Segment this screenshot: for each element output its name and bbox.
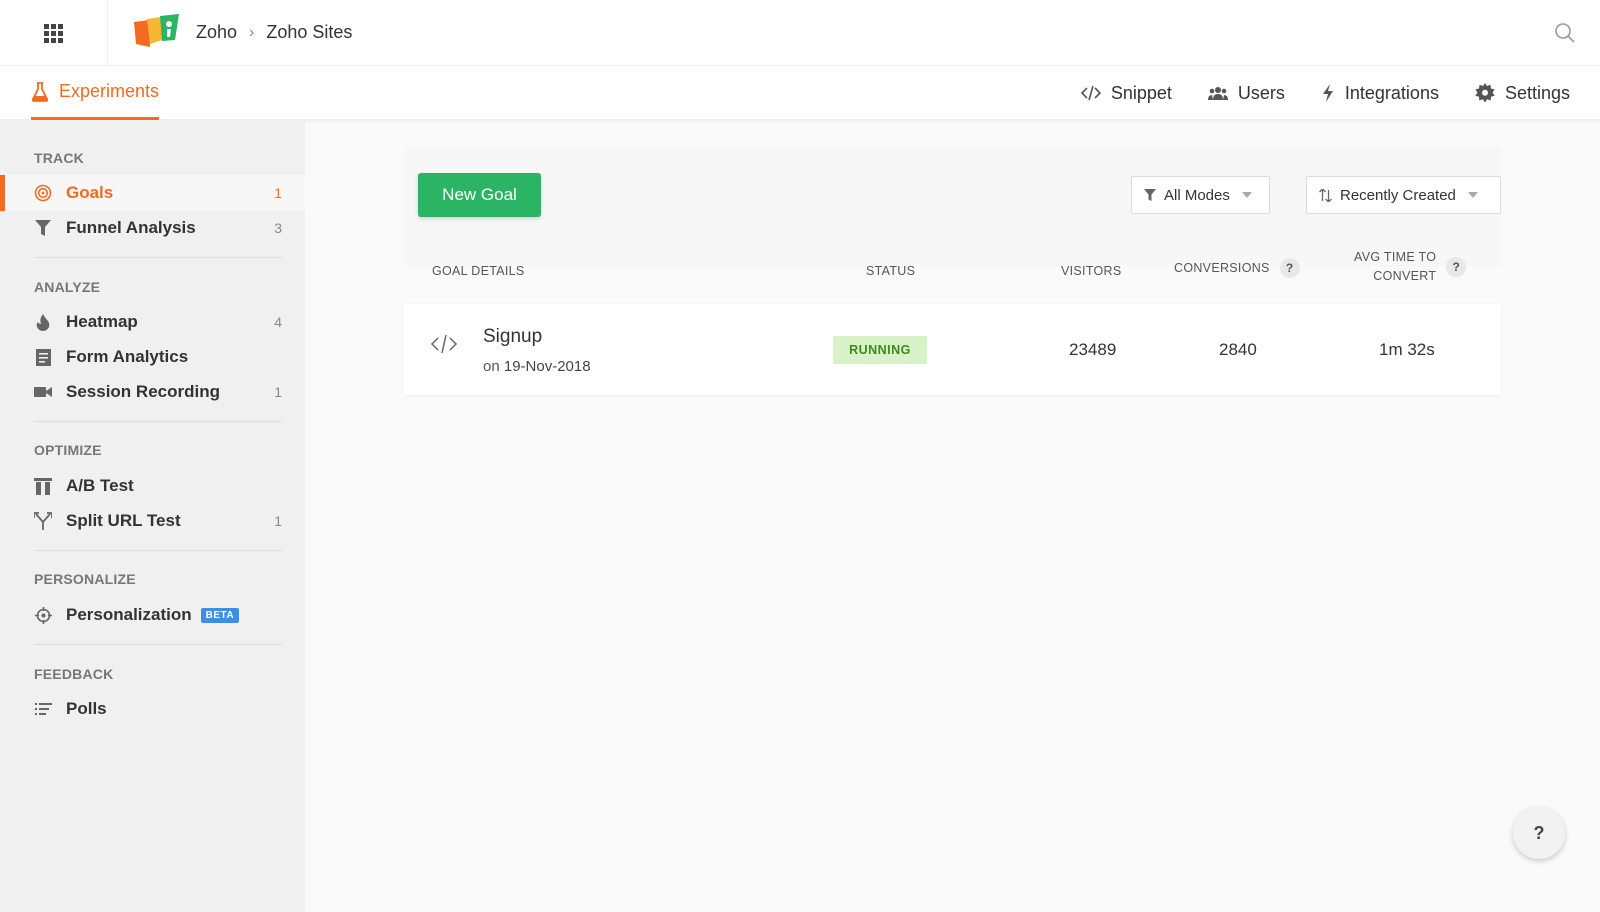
goal-date: on 19-Nov-2018 — [483, 358, 591, 375]
breadcrumb-zoho-sites[interactable]: Zoho Sites — [266, 22, 352, 43]
main-content: New Goal All Modes Recently Created GOAL… — [305, 121, 1600, 912]
sidebar-item-label: Polls — [66, 699, 107, 718]
sidebar-item-count: 1 — [274, 513, 282, 529]
ab-test-icon — [34, 477, 52, 495]
sidebar-item-count: 1 — [274, 384, 282, 400]
goal-date-prefix: on — [483, 358, 500, 375]
sidebar-item-label: Funnel Analysis — [66, 218, 196, 237]
sort-dropdown[interactable]: Recently Created — [1306, 176, 1501, 214]
sidebar-item-count: 4 — [274, 314, 282, 330]
tab-experiments-label: Experiments — [59, 81, 160, 101]
section-title-analyze: ANALYZE — [34, 279, 101, 295]
nav-users[interactable]: Users — [1207, 82, 1285, 104]
beta-badge: BETA — [200, 607, 240, 623]
mode-filter-value: All Modes — [1164, 186, 1230, 204]
nav-settings[interactable]: Settings — [1475, 83, 1570, 104]
nav-settings-label: Settings — [1504, 82, 1570, 103]
header-status: STATUS — [866, 264, 916, 278]
crosshair-icon — [34, 606, 52, 624]
header-avg-time-line1: AVG TIME TO — [1354, 250, 1437, 264]
sidebar-item-label: Personalization — [66, 605, 192, 624]
sort-icon — [1319, 188, 1332, 202]
lightning-icon — [1322, 84, 1333, 102]
flame-icon — [34, 313, 52, 331]
code-icon — [1080, 85, 1101, 101]
nav-bar: Experiments Snippet Users Integrations S… — [0, 66, 1600, 120]
sidebar-divider — [34, 257, 282, 258]
visitors-value: 23489 — [1069, 340, 1117, 359]
help-icon[interactable]: ? — [1446, 257, 1467, 277]
sidebar-item-funnel-analysis[interactable]: Funnel Analysis 3 — [0, 210, 305, 246]
status-badge: RUNNING — [833, 336, 927, 364]
sidebar-item-label: A/B Test — [66, 476, 134, 495]
users-icon — [1207, 87, 1228, 100]
mode-filter-dropdown[interactable]: All Modes — [1131, 176, 1270, 214]
flask-icon — [31, 81, 49, 102]
sidebar-item-label: Heatmap — [66, 312, 138, 331]
tab-experiments[interactable]: Experiments — [31, 66, 160, 120]
table-row[interactable]: Signup on 19-Nov-2018 RUNNING 23489 2840… — [404, 304, 1501, 395]
sidebar-item-personalization[interactable]: Personalization BETA — [0, 597, 305, 633]
help-icon[interactable]: ? — [1279, 258, 1300, 278]
header-avg-time-line2: CONVERT — [1373, 269, 1437, 283]
sidebar-item-split-url-test[interactable]: Split URL Test 1 — [0, 503, 305, 539]
section-title-optimize: OPTIMIZE — [34, 442, 102, 458]
conversions-value: 2840 — [1219, 340, 1257, 359]
top-bar: Zoho › Zoho Sites — [0, 0, 1600, 66]
sidebar-divider — [34, 550, 282, 551]
nav-users-label: Users — [1237, 82, 1285, 103]
new-goal-button[interactable]: New Goal — [418, 173, 541, 217]
header-conversions-label: CONVERSIONS — [1174, 261, 1270, 275]
sidebar-item-polls[interactable]: Polls — [0, 691, 305, 727]
sidebar-item-session-recording[interactable]: Session Recording 1 — [0, 374, 305, 410]
nav-snippet-label: Snippet — [1110, 82, 1172, 103]
sidebar-item-goals[interactable]: Goals 1 — [0, 175, 305, 211]
header-goal-details: GOAL DETAILS — [432, 264, 525, 278]
breadcrumb-zoho[interactable]: Zoho — [196, 22, 237, 43]
search-icon[interactable] — [1554, 22, 1576, 44]
section-title-personalize: PERSONALIZE — [34, 571, 136, 587]
help-button[interactable]: ? — [1513, 807, 1565, 859]
zoho-pagesense-logo — [134, 14, 179, 47]
sidebar-item-label: Session Recording — [66, 382, 220, 401]
sidebar-divider — [34, 421, 282, 422]
section-title-track: TRACK — [34, 150, 84, 166]
nav-integrations[interactable]: Integrations — [1321, 83, 1439, 104]
sidebar-item-count: 1 — [274, 185, 282, 201]
code-icon — [430, 334, 458, 354]
sidebar-item-label: Goals — [66, 183, 114, 202]
target-icon — [34, 184, 52, 202]
apps-grid-icon[interactable] — [0, 0, 108, 66]
funnel-icon — [34, 219, 52, 237]
header-avg-time: AVG TIME TO CONVERT ? — [1354, 248, 1467, 286]
header-avg-time-label: AVG TIME TO CONVERT — [1354, 248, 1436, 286]
sidebar: TRACK Goals 1 Funnel Analysis 3 ANALYZE … — [0, 121, 305, 912]
sidebar-item-heatmap[interactable]: Heatmap 4 — [0, 304, 305, 340]
list-icon — [34, 700, 52, 718]
gear-icon — [1475, 83, 1495, 103]
breadcrumb-separator: › — [249, 23, 255, 41]
chevron-down-icon — [1241, 192, 1252, 198]
nav-integrations-label: Integrations — [1344, 82, 1439, 103]
nav-snippet[interactable]: Snippet — [1080, 82, 1172, 104]
goal-name[interactable]: Signup — [483, 326, 542, 348]
split-arrow-icon — [34, 512, 52, 530]
form-icon — [34, 348, 52, 366]
sidebar-item-form-analytics[interactable]: Form Analytics — [0, 339, 305, 375]
header-conversions: CONVERSIONS ? — [1174, 258, 1300, 278]
section-title-feedback: FEEDBACK — [34, 666, 114, 682]
sort-value: Recently Created — [1340, 186, 1456, 204]
goal-date-value: 19-Nov-2018 — [503, 358, 591, 375]
chevron-down-icon — [1467, 192, 1478, 198]
sidebar-item-label: Form Analytics — [66, 347, 189, 366]
sidebar-divider — [34, 644, 282, 645]
header-visitors: VISITORS — [1061, 264, 1122, 278]
filter-icon — [1144, 188, 1156, 201]
avg-time-value: 1m 32s — [1379, 340, 1435, 359]
video-camera-icon — [34, 383, 52, 401]
breadcrumb: Zoho › Zoho Sites — [196, 22, 352, 43]
sidebar-item-ab-test[interactable]: A/B Test — [0, 468, 305, 504]
sidebar-item-count: 3 — [274, 220, 282, 236]
sidebar-item-label: Split URL Test — [66, 511, 181, 530]
